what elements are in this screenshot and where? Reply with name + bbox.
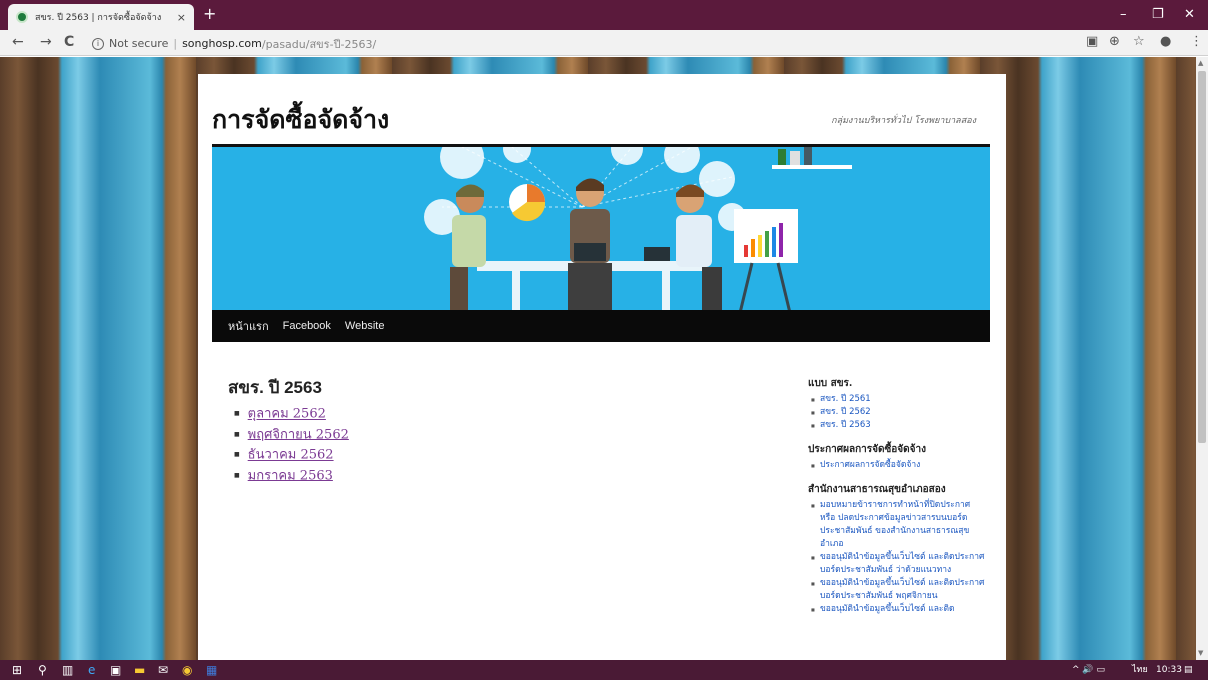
- word-icon[interactable]: ▦: [206, 663, 217, 677]
- restore-button[interactable]: ❐: [1152, 8, 1164, 21]
- widget-item: สขร. ปี 2562: [810, 406, 988, 419]
- widget-link[interactable]: ขออนุมัตินำข้อมูลขึ้นเว็บไซต์ และติด: [820, 604, 955, 614]
- widget-title: แบบ สขร.: [808, 378, 853, 389]
- url-host: songhosp.com: [182, 37, 262, 50]
- close-window-button[interactable]: ✕: [1184, 8, 1195, 21]
- windows-start-icon[interactable]: ⊞: [12, 663, 22, 677]
- language-indicator[interactable]: ไทย: [1132, 665, 1148, 675]
- main-navigation: หน้าแรก Facebook Website: [212, 310, 990, 342]
- widget-title: สำนักงานสาธารณสุขอำเภอสอง: [808, 484, 946, 495]
- widget-forms: แบบ สขร. สขร. ปี 2561 สขร. ปี 2562 สขร. …: [808, 376, 988, 432]
- search-icon[interactable]: ⚲: [38, 663, 47, 677]
- scroll-up-icon[interactable]: ▲: [1198, 59, 1203, 67]
- site-favicon-icon: [16, 11, 28, 23]
- month-link[interactable]: ตุลาคม 2562: [248, 407, 326, 422]
- site-title[interactable]: การจัดซื้อจัดจ้าง: [212, 100, 389, 140]
- zoom-icon[interactable]: ⊕: [1109, 35, 1120, 49]
- site-description: กลุ่มงานบริหารทั่วไป โรงพยาบาลสอง: [831, 116, 976, 126]
- tab-title: สขร. ปี 2563 | การจัดซื้อจัดจ้าง: [35, 13, 162, 23]
- forward-button[interactable]: →: [40, 35, 52, 49]
- widget-item: สขร. ปี 2561: [810, 393, 988, 406]
- widget-link[interactable]: ขออนุมัตินำข้อมูลขึ้นเว็บไซต์ และติดประก…: [820, 578, 984, 601]
- widget-link[interactable]: มอบหมายข้าราชการทำหน้าที่ปิดประกาศ หรือ …: [820, 500, 970, 549]
- header-banner-image: [212, 144, 990, 310]
- file-explorer-icon[interactable]: ▬: [134, 663, 145, 677]
- mail-icon[interactable]: ✉: [158, 663, 168, 677]
- widget-item: มอบหมายข้าราชการทำหน้าที่ปิดประกาศ หรือ …: [810, 499, 988, 551]
- widget-item: สขร. ปี 2563: [810, 419, 988, 432]
- widget-link[interactable]: สขร. ปี 2561: [820, 394, 871, 404]
- windows-taskbar: ⊞ ⚲ ▥ e ▣ ▬ ✉ ◉ ▦ ^ 🔊 ▭ ไทย 10:33 ▤: [0, 660, 1208, 680]
- page-container: การจัดซื้อจัดจ้าง กลุ่มงานบริหารทั่วไป โ…: [198, 74, 1006, 660]
- widget-item: ขออนุมัตินำข้อมูลขึ้นเว็บไซต์ และติดประก…: [810, 577, 988, 603]
- tab-close-icon[interactable]: ×: [177, 11, 186, 24]
- scrollbar-thumb[interactable]: [1198, 71, 1206, 443]
- widget-link[interactable]: สขร. ปี 2562: [820, 407, 871, 417]
- widget-item: ขออนุมัตินำข้อมูลขึ้นเว็บไซต์ และติดประก…: [810, 551, 988, 577]
- month-list: ตุลาคม 2562 พฤศจิกายน 2562 ธันวาคม 2562 …: [234, 404, 349, 486]
- browser-tab[interactable]: สขร. ปี 2563 | การจัดซื้อจัดจ้าง ×: [8, 4, 194, 30]
- widget-link[interactable]: สขร. ปี 2563: [820, 420, 871, 430]
- bookmark-star-icon[interactable]: ☆: [1133, 35, 1145, 49]
- sidebar: แบบ สขร. สขร. ปี 2561 สขร. ปี 2562 สขร. …: [808, 376, 988, 626]
- list-item: พฤศจิกายน 2562: [234, 425, 349, 446]
- nav-website-link[interactable]: Website: [345, 320, 385, 332]
- back-button[interactable]: ←: [12, 35, 24, 49]
- profile-icon[interactable]: ●: [1160, 35, 1171, 49]
- task-view-icon[interactable]: ▥: [62, 663, 73, 677]
- edge-icon[interactable]: e: [88, 663, 95, 677]
- browser-titlebar: สขร. ปี 2563 | การจัดซื้อจัดจ้าง × + – ❐…: [0, 0, 1208, 30]
- list-item: ตุลาคม 2562: [234, 404, 349, 425]
- widget-procurement-results: ประกาศผลการจัดซื้อจัดจ้าง ประกาศผลการจัด…: [808, 442, 988, 472]
- info-icon[interactable]: i: [92, 37, 104, 50]
- url-path: /pasadu/สขร-ปี-2563/: [261, 37, 377, 51]
- browser-toolbar: ← → C i Not secure | songhosp.com /pasad…: [0, 30, 1208, 56]
- notifications-icon[interactable]: ▤: [1184, 665, 1193, 675]
- meeting-illustration: [212, 147, 990, 310]
- widget-item: ขออนุมัตินำข้อมูลขึ้นเว็บไซต์ และติด: [810, 603, 988, 616]
- clock[interactable]: 10:33: [1156, 665, 1182, 675]
- security-label: Not secure: [109, 37, 169, 50]
- new-tab-button[interactable]: +: [203, 6, 216, 22]
- widget-link[interactable]: ขออนุมัตินำข้อมูลขึ้นเว็บไซต์ และติดประก…: [820, 552, 984, 575]
- month-link[interactable]: พฤศจิกายน 2562: [248, 427, 349, 442]
- list-item: มกราคม 2563: [234, 466, 349, 487]
- widget-link[interactable]: ประกาศผลการจัดซื้อจัดจ้าง: [820, 460, 920, 470]
- scroll-down-icon[interactable]: ▼: [1198, 649, 1203, 657]
- reload-button[interactable]: C: [64, 35, 74, 49]
- chrome-icon[interactable]: ◉: [182, 663, 192, 677]
- list-item: ธันวาคม 2562: [234, 445, 349, 466]
- page-title: สขร. ปี 2563: [228, 378, 322, 397]
- vertical-scrollbar[interactable]: ▲ ▼: [1196, 57, 1208, 660]
- month-link[interactable]: มกราคม 2563: [248, 468, 333, 483]
- url-separator: |: [173, 37, 178, 50]
- nav-facebook-link[interactable]: Facebook: [283, 320, 331, 332]
- minimize-button[interactable]: –: [1120, 8, 1127, 21]
- address-bar[interactable]: i Not secure | songhosp.com /pasadu/สขร-…: [92, 34, 1068, 53]
- translate-icon[interactable]: ▣: [1086, 35, 1098, 49]
- widget-health-office: สำนักงานสาธารณสุขอำเภอสอง มอบหมายข้าราชก…: [808, 482, 988, 616]
- month-link[interactable]: ธันวาคม 2562: [248, 448, 334, 463]
- nav-home-link[interactable]: หน้าแรก: [228, 317, 269, 335]
- system-tray-icons[interactable]: ^ 🔊 ▭: [1072, 665, 1105, 675]
- widget-title: ประกาศผลการจัดซื้อจัดจ้าง: [808, 444, 926, 455]
- widget-item: ประกาศผลการจัดซื้อจัดจ้าง: [810, 459, 988, 472]
- menu-icon[interactable]: ⋮: [1190, 35, 1203, 49]
- store-icon[interactable]: ▣: [110, 663, 121, 677]
- page-viewport: การจัดซื้อจัดจ้าง กลุ่มงานบริหารทั่วไป โ…: [0, 57, 1196, 660]
